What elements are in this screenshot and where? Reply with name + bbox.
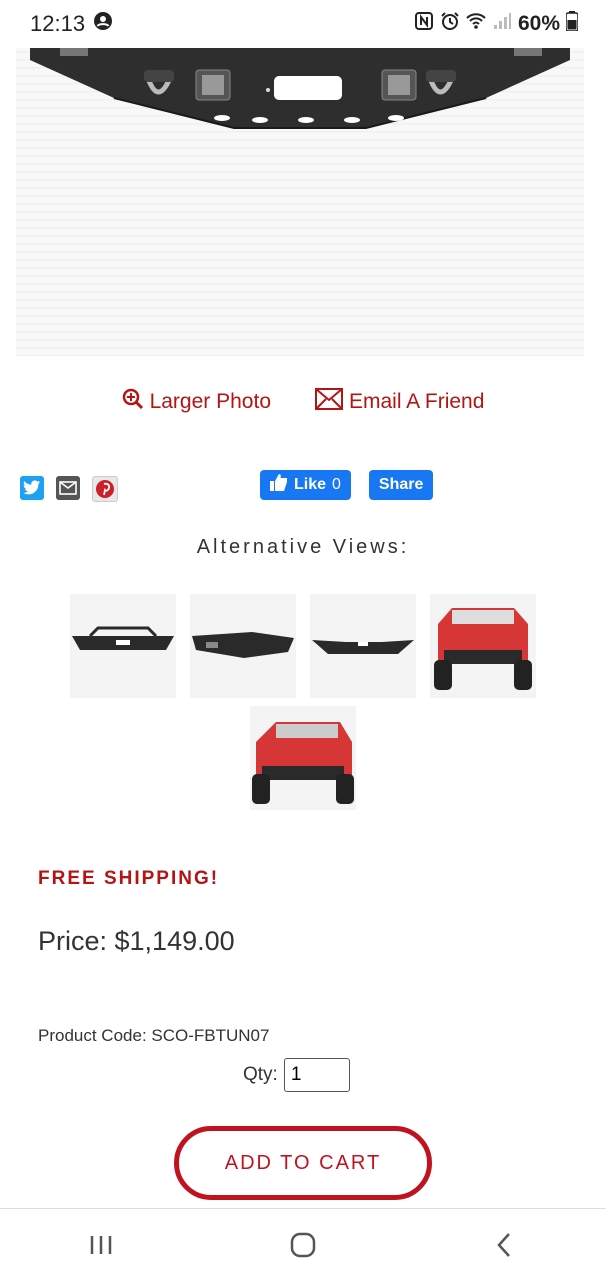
zoom-icon — [122, 388, 144, 416]
thumbnail-5[interactable] — [250, 706, 356, 810]
quantity-input[interactable] — [283, 1058, 350, 1092]
recent-apps-button[interactable] — [71, 1220, 131, 1270]
status-time: 12:13 — [30, 11, 86, 36]
twitter-icon[interactable] — [20, 476, 44, 500]
product-code: Product Code: SCO-FBTUN07 — [38, 1026, 270, 1045]
alternative-views-title: Alternative Views: — [196, 536, 410, 558]
alarm-icon — [440, 11, 460, 37]
status-bar: 12:13 60% — [0, 0, 606, 48]
quantity-row: Qty: — [243, 1058, 350, 1092]
free-shipping-label: FREE SHIPPING! — [38, 868, 220, 889]
facebook-like-button[interactable]: Like 0 — [260, 470, 351, 500]
larger-photo-label: Larger Photo — [149, 390, 271, 413]
pinterest-icon[interactable] — [92, 476, 118, 502]
product-image[interactable] — [16, 48, 584, 356]
battery-percent: 60% — [517, 12, 560, 35]
battery-icon — [565, 11, 579, 37]
qty-label: Qty: — [243, 1064, 278, 1085]
share-label: Share — [378, 476, 424, 493]
envelope-icon — [315, 388, 343, 416]
like-count: 0 — [332, 476, 341, 493]
like-label: Like — [294, 476, 327, 493]
larger-photo-link[interactable]: Larger Photo — [122, 388, 271, 416]
system-nav-bar — [0, 1208, 606, 1280]
account-icon — [93, 11, 113, 37]
email-friend-label: Email A Friend — [349, 390, 485, 413]
social-share-icons — [20, 476, 118, 502]
wifi-icon — [466, 11, 486, 37]
add-to-cart-button[interactable]: ADD TO CART — [174, 1126, 432, 1200]
nfc-icon — [414, 11, 434, 37]
thumbs-up-icon — [270, 474, 288, 496]
thumbnail-4[interactable] — [430, 594, 536, 698]
email-friend-link[interactable]: Email A Friend — [315, 388, 484, 416]
thumbnail-2[interactable] — [190, 594, 296, 698]
product-price: Price: $1,149.00 — [38, 926, 235, 956]
photo-links: Larger Photo Email A Friend — [0, 388, 606, 416]
home-button[interactable] — [273, 1220, 333, 1270]
email-share-icon[interactable] — [56, 476, 80, 500]
signal-icon — [492, 11, 512, 37]
thumbnail-3[interactable] — [310, 594, 416, 698]
facebook-share-button[interactable]: Share — [368, 470, 434, 500]
back-button[interactable] — [475, 1220, 535, 1270]
thumbnail-1[interactable] — [70, 594, 176, 698]
facebook-buttons: Like 0 Share — [260, 470, 434, 500]
